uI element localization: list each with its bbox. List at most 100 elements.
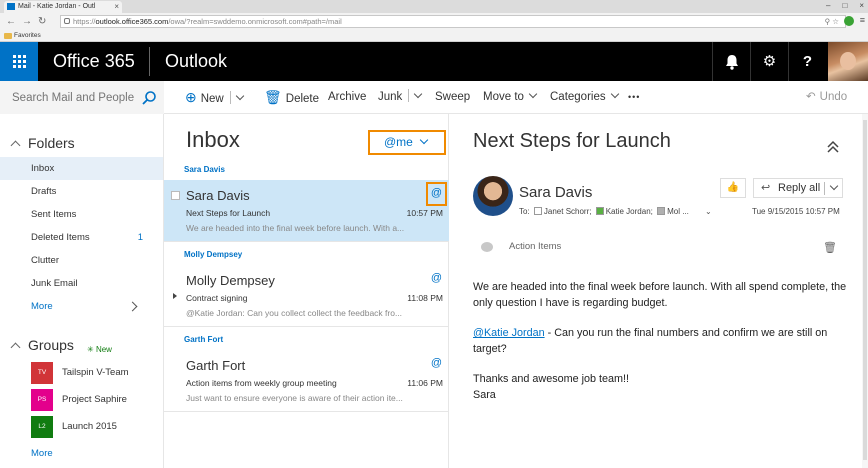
browser-menu-icon[interactable]: ≡	[860, 15, 865, 26]
group-label: Tailspin V-Team	[62, 367, 129, 378]
bookmarks-bar: Favorites	[0, 30, 868, 42]
more-actions-button[interactable]: •••	[628, 81, 640, 114]
zoom-icon[interactable]: ⚲	[825, 17, 831, 26]
minimize-icon[interactable]: –	[826, 0, 830, 12]
delete-label: Delete	[285, 93, 320, 105]
filter-dropdown[interactable]: @me	[368, 130, 446, 155]
thumbs-up-icon: 👍	[726, 182, 740, 193]
header-divider	[149, 47, 150, 76]
folder-label: Deleted Items	[31, 232, 90, 243]
bookmark-star-icon[interactable]: ☆	[832, 17, 839, 26]
folders-header[interactable]: Folders	[10, 135, 75, 151]
brand-title[interactable]: Office 365	[53, 42, 135, 81]
delete-icon[interactable]: 🗑	[823, 241, 837, 254]
new-button[interactable]: ⊕ New	[185, 81, 244, 116]
new-group-button[interactable]: ✳ New	[87, 345, 112, 354]
presence-icon	[533, 207, 542, 215]
presence-icon	[657, 207, 666, 215]
select-checkbox[interactable]	[171, 191, 180, 200]
back-icon[interactable]: ←	[6, 15, 16, 28]
undo-button[interactable]: ↶ Undo	[806, 81, 847, 114]
browser-tab[interactable]: Mail - Katie Jordan - Outl ×	[4, 1, 122, 13]
search-icon[interactable]	[141, 90, 157, 106]
undo-label: Undo	[819, 91, 848, 103]
recipients-line: To: Janet Schorr; Katie Jordan; Mol ...	[519, 206, 689, 216]
undo-icon: ↶	[806, 91, 816, 103]
folder-drafts[interactable]: Drafts	[0, 180, 163, 203]
group-item[interactable]: L2 Launch 2015	[0, 413, 163, 440]
scrollbar[interactable]	[862, 114, 868, 468]
folders-more-link[interactable]: More	[0, 295, 163, 318]
message-item[interactable]: Molly Dempsey @ Contract signing 11:08 P…	[164, 265, 449, 327]
bookmark-favorites[interactable]: Favorites	[14, 32, 41, 39]
tab-bar: Mail - Katie Jordan - Outl × – □ ×	[0, 0, 868, 13]
message-item[interactable]: Sara Davis @ Next Steps for Launch 10:57…	[164, 180, 449, 242]
conversation-group-header: Garth Fort	[184, 335, 224, 344]
chevron-down-icon	[419, 135, 429, 145]
app-title[interactable]: Outlook	[165, 42, 227, 81]
folder-sent-items[interactable]: Sent Items	[0, 203, 163, 226]
categories-button[interactable]: Categories	[550, 81, 619, 114]
folder-clutter[interactable]: Clutter	[0, 249, 163, 272]
recipient[interactable]: Katie Jordan;	[606, 207, 653, 216]
delete-button[interactable]: 🗑 Delete	[264, 81, 319, 116]
notifications-bell-icon[interactable]	[712, 42, 750, 81]
message-sender: Molly Dempsey	[186, 273, 275, 288]
email-sender[interactable]: Sara Davis	[519, 184, 592, 201]
close-window-icon[interactable]: ×	[859, 0, 864, 12]
reply-all-label: Reply all	[778, 182, 821, 194]
new-group-label: New	[95, 345, 112, 354]
archive-label: Archive	[328, 91, 367, 103]
chevron-right-icon[interactable]	[127, 301, 138, 312]
chevron-down-icon[interactable]	[829, 181, 839, 191]
folder-inbox[interactable]: Inbox	[0, 157, 163, 180]
action-items-label[interactable]: Action Items	[509, 241, 561, 252]
tab-close-icon[interactable]: ×	[114, 1, 119, 13]
sender-avatar[interactable]	[473, 176, 513, 216]
settings-gear-icon[interactable]: ⚙	[750, 42, 788, 81]
collapse-chevron-icon[interactable]	[827, 140, 839, 154]
recipient[interactable]: Mol ...	[667, 207, 689, 216]
search-input[interactable]	[12, 81, 137, 114]
more-label: More	[31, 301, 53, 312]
user-avatar[interactable]	[828, 42, 868, 81]
url-bar[interactable]: https://outlook.office365.com/owa/?realm…	[60, 15, 846, 28]
chevron-down-icon	[528, 89, 538, 99]
reload-icon[interactable]: ↻	[38, 15, 46, 28]
move-to-button[interactable]: Move to	[483, 81, 538, 114]
search-box	[0, 81, 164, 114]
mail-favicon-icon	[7, 3, 15, 10]
url-scheme: https://	[73, 17, 96, 26]
app-launcher-icon[interactable]	[0, 42, 38, 81]
chevron-down-icon[interactable]	[414, 89, 423, 99]
groups-more-link[interactable]: More	[0, 442, 163, 465]
folder-junk-email[interactable]: Junk Email	[0, 272, 163, 295]
action-items-icon	[481, 242, 493, 252]
junk-button[interactable]: Junk	[378, 81, 423, 114]
maximize-icon[interactable]: □	[842, 0, 847, 12]
message-item[interactable]: Garth Fort @ Action items from weekly gr…	[164, 350, 449, 412]
mention-link[interactable]: @Katie Jordan	[473, 327, 545, 339]
folder-deleted-items[interactable]: Deleted Items 1	[0, 226, 163, 249]
extension-icon[interactable]	[844, 16, 854, 26]
scrollbar-thumb[interactable]	[863, 120, 867, 460]
email-body: We are headed into the final week before…	[473, 280, 853, 418]
list-title: Inbox	[186, 127, 240, 152]
command-bar: ⊕New 🗑Delete Archive Junk Sweep Move to …	[0, 81, 868, 114]
sweep-button[interactable]: Sweep	[435, 81, 470, 114]
recipient[interactable]: Janet Schorr;	[544, 207, 592, 216]
body-paragraph: Thanks and awesome job team!! Sara	[473, 372, 853, 403]
message-subject: Contract signing	[186, 293, 248, 303]
trash-icon: 🗑	[264, 89, 282, 105]
help-icon[interactable]: ?	[788, 42, 826, 81]
reply-all-button[interactable]: ↩ Reply all	[753, 178, 843, 198]
chevron-down-icon[interactable]	[235, 91, 244, 101]
like-button[interactable]: 👍	[720, 178, 746, 198]
expand-thread-icon[interactable]	[173, 293, 177, 299]
groups-header[interactable]: Groups	[10, 337, 74, 353]
group-item[interactable]: PS Project Saphire	[0, 386, 163, 413]
expand-recipients-icon[interactable]: ⌄	[705, 207, 712, 216]
group-item[interactable]: TV Tailspin V-Team	[0, 359, 163, 386]
archive-button[interactable]: Archive	[328, 81, 366, 114]
forward-icon[interactable]: →	[22, 15, 32, 28]
